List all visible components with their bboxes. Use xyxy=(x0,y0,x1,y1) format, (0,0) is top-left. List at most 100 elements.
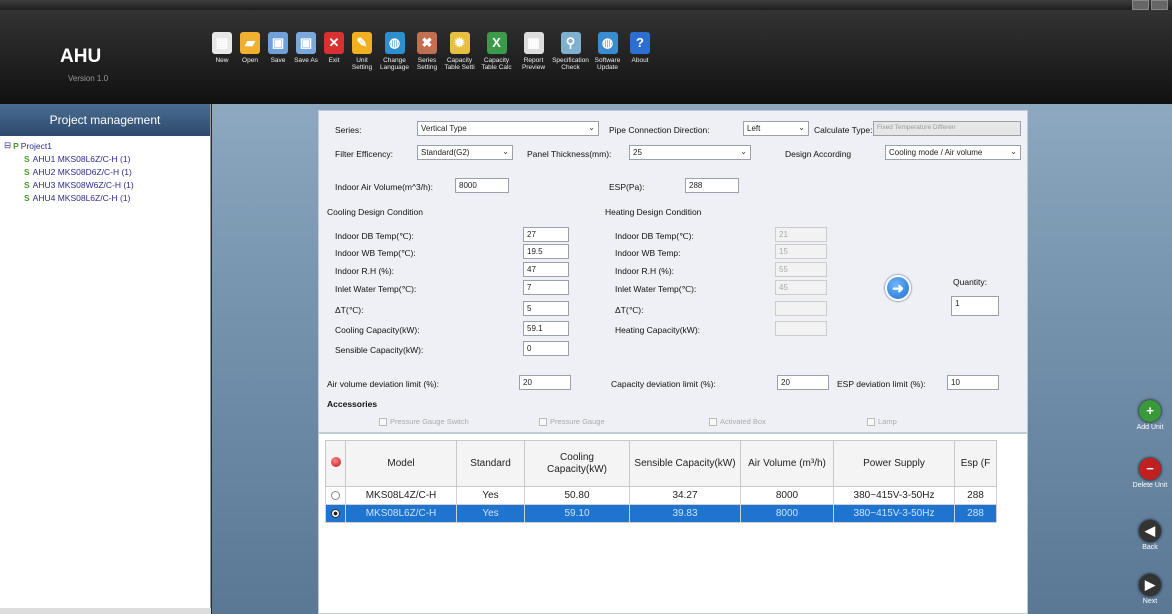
globe-icon: ◍ xyxy=(384,32,405,54)
delete-button[interactable]: − Delete Unit xyxy=(1130,458,1170,490)
accessory-checkbox[interactable]: Pressure Gauge Switch xyxy=(379,417,469,426)
accessory-checkbox[interactable]: Activated Box xyxy=(709,417,766,426)
next-button[interactable]: ▶ Next xyxy=(1130,574,1170,606)
row-radio[interactable] xyxy=(331,490,340,500)
calculate-arrow-button[interactable]: ➜ xyxy=(885,275,911,301)
toolbar-button-excel[interactable]: X Capacity Table Calc xyxy=(478,32,515,71)
chevron-down-icon: ⌄ xyxy=(1010,147,1017,156)
horizontal-scrollbar[interactable] xyxy=(0,608,211,614)
add-button[interactable]: + Add Unit xyxy=(1130,400,1170,432)
checkbox-box[interactable] xyxy=(709,417,717,426)
help-icon: ? xyxy=(630,32,650,54)
cooling-field-input[interactable]: 7 xyxy=(523,280,569,295)
checkbox-box[interactable] xyxy=(539,417,547,426)
new-file-icon: ▤ xyxy=(212,32,232,54)
toolbar-button-globe[interactable]: ◍ Change Language xyxy=(376,32,413,71)
cooling-field-input[interactable]: 0 xyxy=(523,341,569,356)
tree-item-unit[interactable]: S AHU1 MKS08L6Z/C-H (1) xyxy=(24,154,210,164)
accessory-checkbox[interactable]: Pressure Gauge xyxy=(539,417,605,426)
pipe-direction-label: Pipe Connection Direction: xyxy=(609,125,710,135)
toolbar-button-gear[interactable]: ✹ Capacity Table Setti xyxy=(441,32,478,71)
add-icon: + xyxy=(1139,400,1161,422)
toolbar-button-magnifier[interactable]: ⚲ Specification Check xyxy=(552,32,589,71)
row-select-cell[interactable] xyxy=(325,504,346,523)
results-header-row: Model Standard Cooling Capacity(kW) Sens… xyxy=(325,440,997,487)
air-volume-label: Indoor Air Volume(m^3/h): xyxy=(335,182,434,192)
heating-field-input xyxy=(775,321,827,336)
title-bar xyxy=(0,0,1172,10)
toolbar-button-save-disk[interactable]: ▣ Save xyxy=(264,32,292,71)
design-according-label: Design According xyxy=(785,149,852,159)
quantity-input[interactable]: 1 xyxy=(951,296,999,316)
panel-thickness-label: Panel Thickness(mm): xyxy=(527,149,612,159)
accessory-label: Pressure Gauge Switch xyxy=(390,417,469,426)
panel-thickness-select[interactable]: 25 ⌄ xyxy=(629,145,751,160)
project-panel: Project management ⊟ P Project1 S AHU1 MK… xyxy=(0,104,211,614)
toolbar-button-new-file[interactable]: ▤ New xyxy=(208,32,236,71)
checkbox-box[interactable] xyxy=(867,417,875,426)
air-deviation-input[interactable]: 20 xyxy=(519,375,571,390)
checkbox-box[interactable] xyxy=(379,417,387,426)
cell-esp: 288 xyxy=(954,504,997,523)
app-brand: AHU Version 1.0 xyxy=(60,46,108,83)
toolbar-button-help[interactable]: ? About xyxy=(626,32,654,71)
expand-toggle-icon[interactable]: ⊟ xyxy=(4,140,11,151)
heating-field-label: Inlet Water Temp(℃): xyxy=(615,284,697,294)
tree-root[interactable]: ⊟ P Project1 xyxy=(4,140,210,151)
tree-item-unit[interactable]: S AHU4 MKS08L6Z/C-H (1) xyxy=(24,193,210,203)
tools-icon: ✖ xyxy=(417,32,437,54)
row-select-cell[interactable] xyxy=(325,486,346,505)
cooling-field-input[interactable]: 19.5 xyxy=(523,244,569,259)
toolbar-button-label: Capacity Table Setti xyxy=(444,57,475,72)
toolbar-button-exit[interactable]: ✕ Exit xyxy=(320,32,348,71)
cooling-field-input[interactable]: 27 xyxy=(523,227,569,242)
cooling-field-input[interactable]: 47 xyxy=(523,262,569,277)
next-icon: ▶ xyxy=(1139,574,1161,596)
row-radio[interactable] xyxy=(331,508,340,518)
accessory-checkbox[interactable]: Lamp xyxy=(867,417,897,426)
cooling-field-input[interactable]: 5 xyxy=(523,301,569,316)
toolbar-button-open-folder[interactable]: ▰ Open xyxy=(236,32,264,71)
toolbar-button-tools[interactable]: ✖ Series Setting xyxy=(413,32,441,71)
series-select[interactable]: Vertical Type ⌄ xyxy=(417,121,599,136)
minimize-button[interactable] xyxy=(1132,0,1149,10)
toolbar-buttons: ▤ New ▰ Open ▣ Save ▣ Save As ✕ Exit ✎ Unit Setting… xyxy=(208,32,654,71)
heating-field-label: Indoor WB Temp: xyxy=(615,248,681,258)
esp-deviation-input[interactable]: 10 xyxy=(947,375,999,390)
toolbar-button-label: Open xyxy=(242,57,258,64)
capacity-deviation-input[interactable]: 20 xyxy=(777,375,829,390)
toolbar-button-update-globe[interactable]: ◍ Software Update xyxy=(589,32,626,71)
cooling-field-label: ΔT(℃): xyxy=(335,305,364,315)
calc-type-label: Calculate Type: xyxy=(814,125,873,135)
toolbar-button-printer[interactable]: ▦ Report Preview xyxy=(515,32,552,71)
toolbar-button-label: About xyxy=(631,57,649,64)
maximize-button[interactable] xyxy=(1151,0,1168,10)
side-button-label: Add Unit xyxy=(1136,424,1164,431)
tree-item-unit[interactable]: S AHU3 MKS08W6Z/C-H (1) xyxy=(24,180,210,190)
toolbar-button-save-as[interactable]: ▣ Save As xyxy=(292,32,320,71)
unit-icon: S xyxy=(24,167,30,177)
esp-input[interactable]: 288 xyxy=(685,178,739,193)
table-row[interactable]: MKS08L6Z/C-H Yes 59.10 39.83 8000 380~415V-3-… xyxy=(325,504,997,523)
chevron-down-icon: ⌄ xyxy=(502,147,509,156)
heating-field-input: 55 xyxy=(775,262,827,277)
toolbar-button-pencil[interactable]: ✎ Unit Setting xyxy=(348,32,376,71)
back-button[interactable]: ◀ Back xyxy=(1130,520,1170,552)
tree-children: S AHU1 MKS08L6Z/C-H (1) S AHU2 MKS08D6Z/C-H… xyxy=(4,154,210,203)
unit-icon: S xyxy=(24,193,30,203)
table-row[interactable]: MKS08L4Z/C-H Yes 50.80 34.27 8000 380~415V-3-… xyxy=(325,486,997,505)
standard-header: Standard xyxy=(456,440,525,487)
cooling-field-label: Inlet Water Temp(℃): xyxy=(335,284,417,294)
cooling-capacity-header: Cooling Capacity(kW) xyxy=(524,440,630,487)
design-according-select[interactable]: Cooling mode / Air volume ⌄ xyxy=(885,145,1021,160)
cell-sensible: 39.83 xyxy=(629,504,741,523)
side-button-label: Delete Unit xyxy=(1132,482,1168,489)
air-volume-input[interactable]: 8000 xyxy=(455,178,509,193)
accessories-label: Accessories xyxy=(327,399,378,409)
tree-item-unit[interactable]: S AHU2 MKS08D6Z/C-H (1) xyxy=(24,167,210,177)
save-disk-icon: ▣ xyxy=(268,32,288,54)
cooling-field-input[interactable]: 59.1 xyxy=(523,321,569,336)
pipe-direction-select[interactable]: Left ⌄ xyxy=(743,121,809,136)
results-body: MKS08L4Z/C-H Yes 50.80 34.27 8000 380~415V-3-… xyxy=(325,486,997,523)
filter-select[interactable]: Standard(G2) ⌄ xyxy=(417,145,513,160)
